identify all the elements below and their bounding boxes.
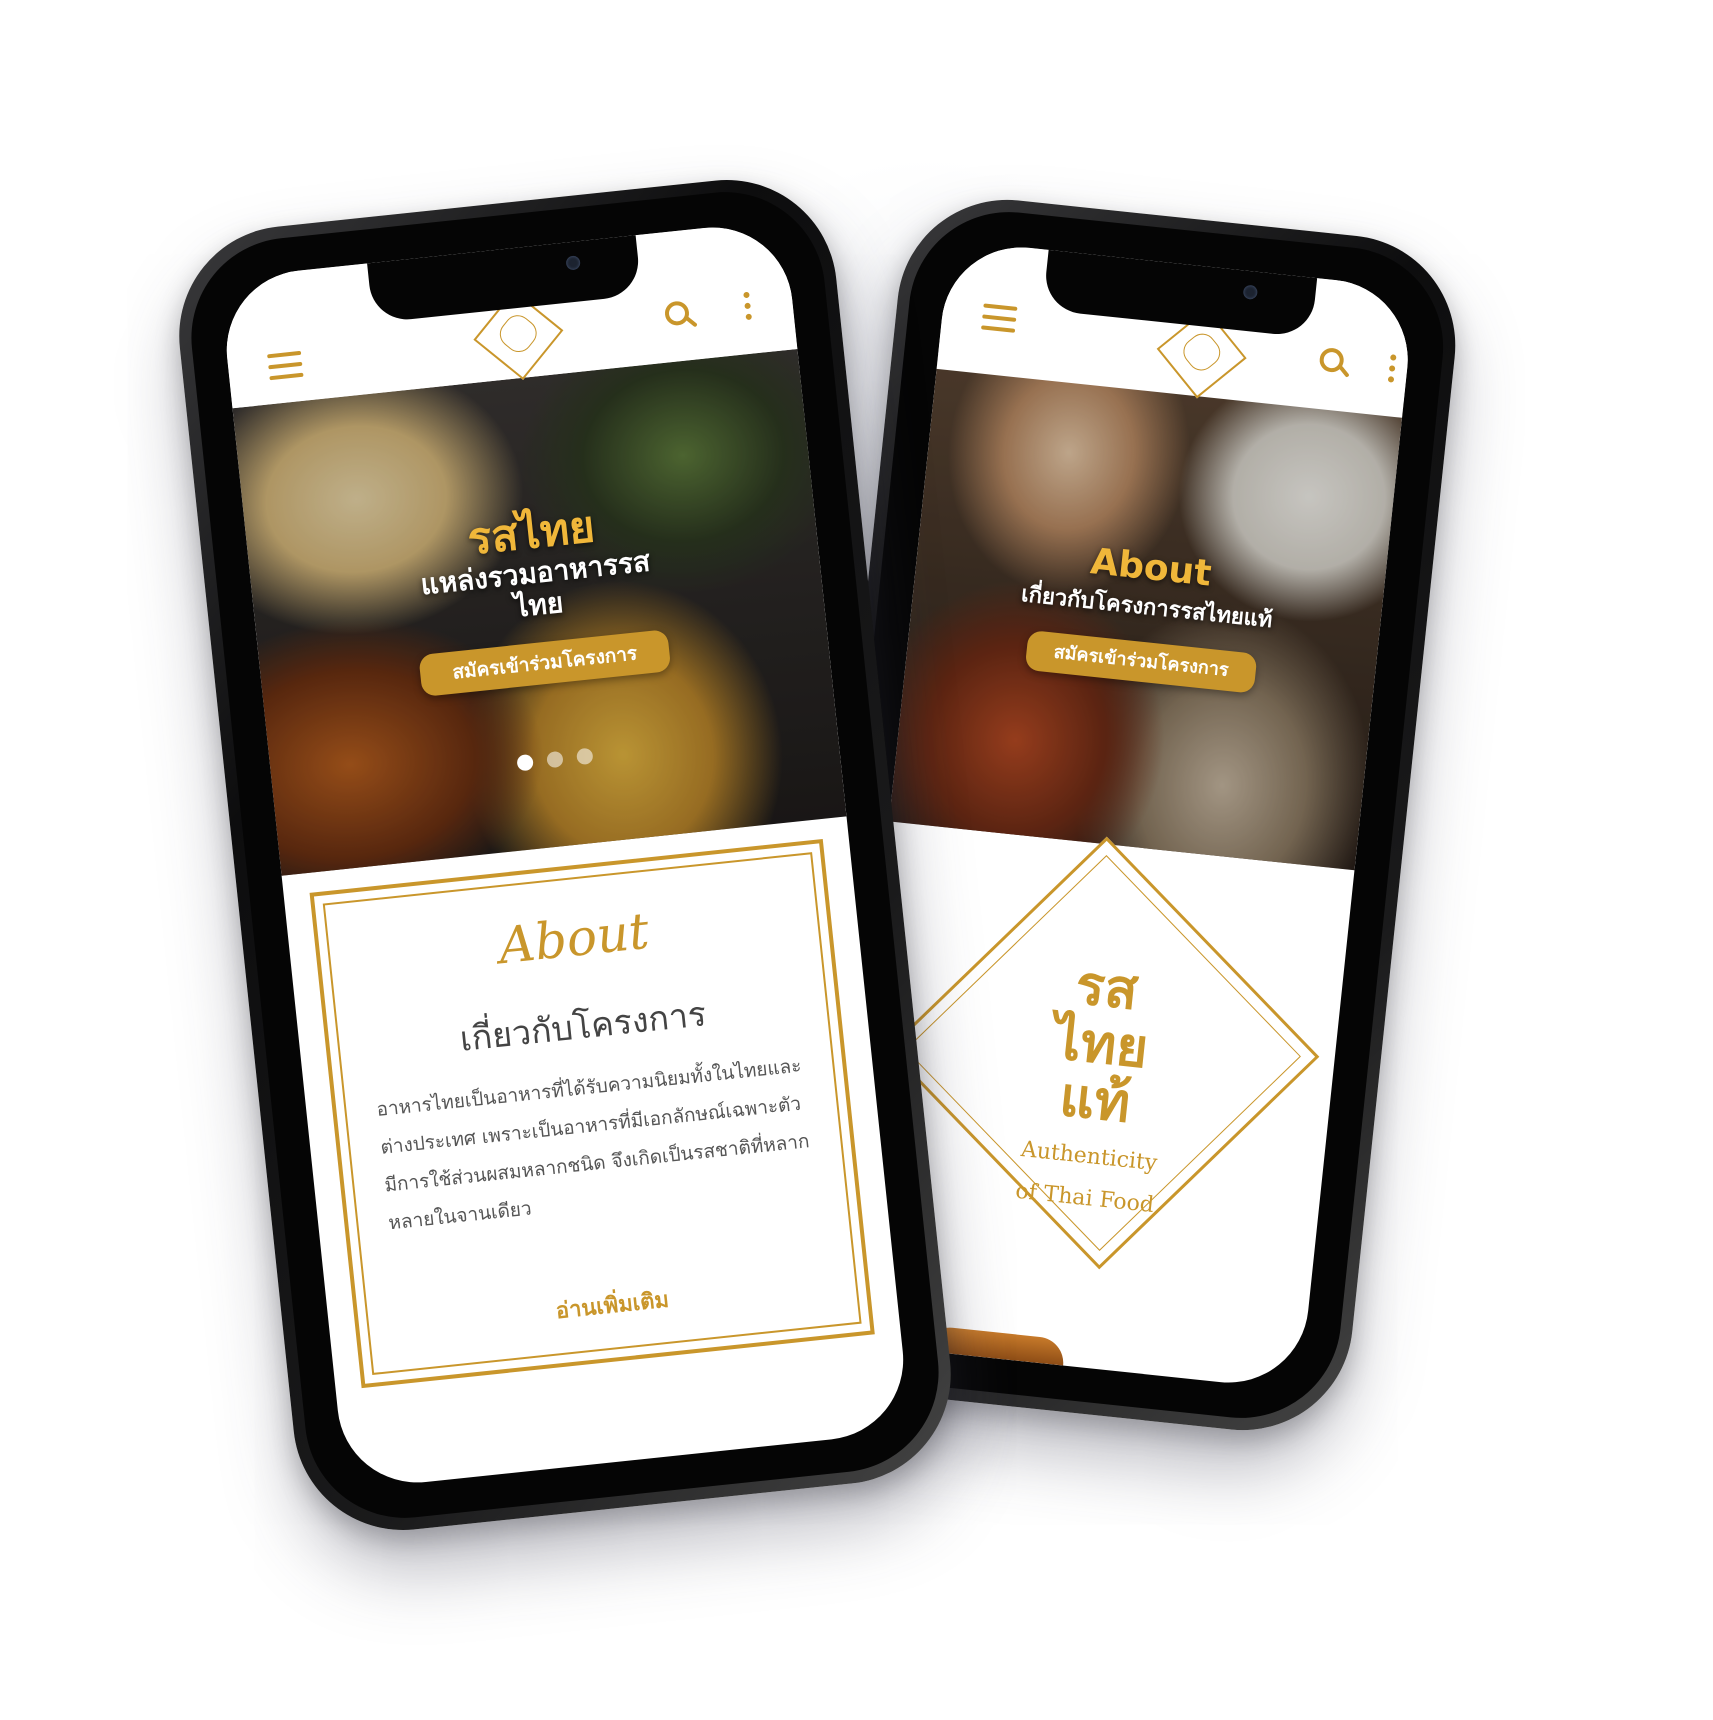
- more-vert-icon[interactable]: [743, 291, 754, 322]
- menu-icon[interactable]: [980, 303, 1018, 333]
- carousel-dot[interactable]: [576, 747, 594, 766]
- more-vert-icon[interactable]: [1387, 354, 1398, 385]
- menu-icon[interactable]: [267, 350, 304, 381]
- phone-left: รสไทย แหล่งรวมอาหารรส ไทย สมัครเข้าร่วมโ…: [168, 169, 962, 1541]
- carousel-dot[interactable]: [546, 750, 564, 769]
- phone-bezel: รสไทย แหล่งรวมอาหารรส ไทย สมัครเข้าร่วมโ…: [181, 182, 949, 1528]
- screen-left: รสไทย แหล่งรวมอาหารรส ไทย สมัครเข้าร่วมโ…: [218, 219, 912, 1491]
- hero-banner: รสไทย แหล่งรวมอาหารรส ไทย สมัครเข้าร่วมโ…: [232, 348, 847, 876]
- carousel-dot[interactable]: [516, 753, 534, 772]
- search-icon[interactable]: [1318, 347, 1351, 380]
- hero-banner: About เกี่ยวกับโครงการรสไทยแท้ สมัครเข้า…: [889, 353, 1404, 871]
- search-icon[interactable]: [664, 300, 697, 333]
- about-card: About เกี่ยวกับโครงการ อาหารไทยเป็นอาหาร…: [309, 838, 875, 1389]
